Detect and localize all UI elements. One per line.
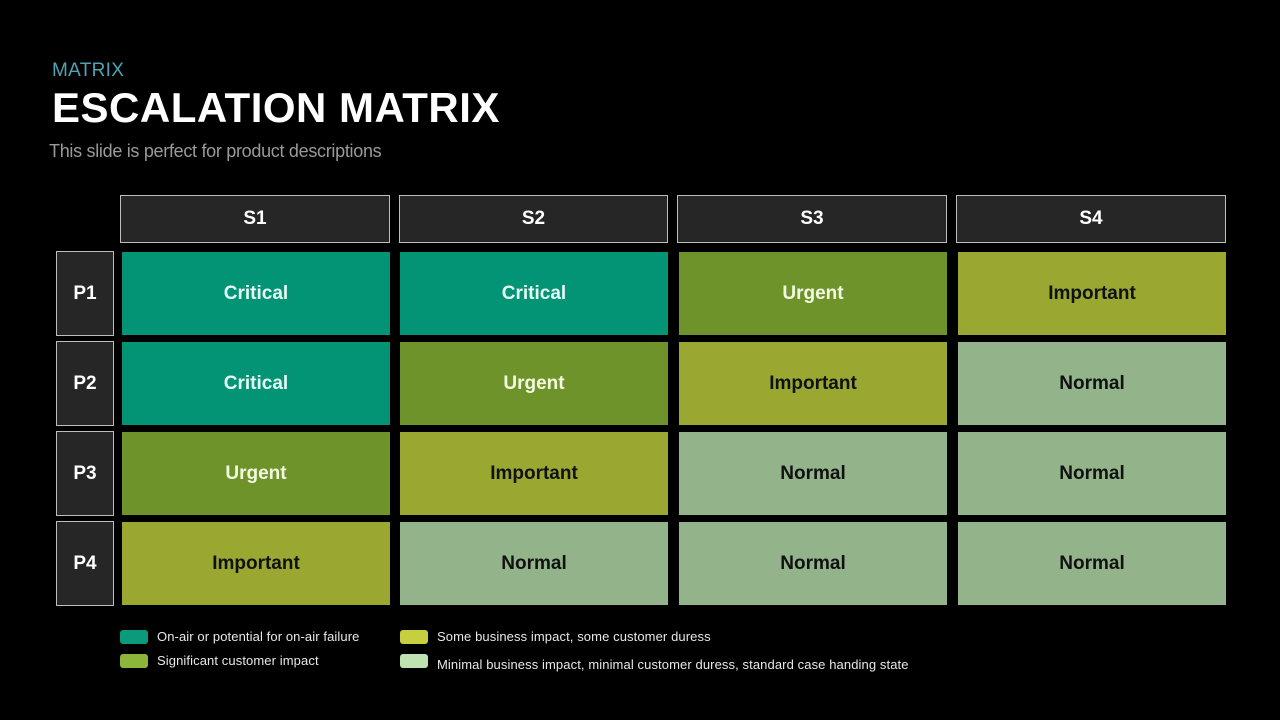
legend-label: On-air or potential for on-air failure xyxy=(157,629,360,644)
slide-subtitle: This slide is perfect for product descri… xyxy=(49,141,382,161)
legend-swatch xyxy=(400,654,428,668)
legend-item: On-air or potential for on-air failure xyxy=(120,629,360,644)
matrix-cell-p3-s4: Normal xyxy=(958,432,1226,515)
slide-kicker: MATRIX xyxy=(52,60,125,81)
matrix-cell-p2-s3: Important xyxy=(679,342,947,425)
column-header-s2: S2 xyxy=(399,195,668,243)
legend-item: Some business impact, some customer dure… xyxy=(400,629,711,644)
slide-title: ESCALATION MATRIX xyxy=(52,84,500,131)
matrix-cell-p1-s3: Urgent xyxy=(679,252,947,335)
matrix-cell-p4-s1: Important xyxy=(122,522,390,605)
legend-swatch xyxy=(120,629,148,644)
legend-item: Minimal business impact, minimal custome… xyxy=(400,654,909,672)
legend-item: Significant customer impact xyxy=(120,653,319,668)
row-header-p3: P3 xyxy=(56,431,114,516)
legend-label: Significant customer impact xyxy=(157,653,319,668)
matrix-cell-p1-s4: Important xyxy=(958,252,1226,335)
row-header-p2: P2 xyxy=(56,341,114,426)
legend-label: Some business impact, some customer dure… xyxy=(437,629,711,644)
row-header-p4: P4 xyxy=(56,521,114,606)
matrix-cell-p2-s4: Normal xyxy=(958,342,1226,425)
column-header-s1: S1 xyxy=(120,195,390,243)
column-header-s4: S4 xyxy=(956,195,1226,243)
column-header-s3: S3 xyxy=(677,195,947,243)
matrix-cell-p2-s1: Critical xyxy=(122,342,390,425)
matrix-cell-p3-s1: Urgent xyxy=(122,432,390,515)
matrix-cell-p4-s4: Normal xyxy=(958,522,1226,605)
matrix-cell-p3-s2: Important xyxy=(400,432,668,515)
matrix-cell-p4-s3: Normal xyxy=(679,522,947,605)
matrix-cell-p1-s1: Critical xyxy=(122,252,390,335)
matrix-cell-p4-s2: Normal xyxy=(400,522,668,605)
legend-label: Minimal business impact, minimal custome… xyxy=(437,657,909,672)
legend-swatch xyxy=(120,653,148,668)
matrix-cell-p3-s3: Normal xyxy=(679,432,947,515)
row-header-p1: P1 xyxy=(56,251,114,336)
legend-swatch xyxy=(400,629,428,644)
matrix-cell-p1-s2: Critical xyxy=(400,252,668,335)
matrix-cell-p2-s2: Urgent xyxy=(400,342,668,425)
